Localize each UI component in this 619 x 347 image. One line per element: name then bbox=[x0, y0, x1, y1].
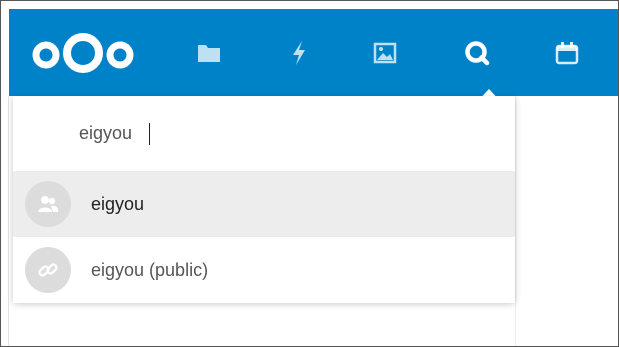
files-folder-icon[interactable] bbox=[187, 9, 231, 96]
user-group-icon bbox=[25, 181, 71, 227]
calendar-icon[interactable] bbox=[545, 9, 589, 96]
nextcloud-logo-icon[interactable] bbox=[23, 9, 143, 96]
content-divider bbox=[515, 96, 516, 346]
search-result-item[interactable]: eigyou (public) bbox=[13, 237, 515, 303]
result-label: eigyou bbox=[91, 193, 145, 214]
search-icon[interactable] bbox=[453, 9, 501, 96]
header-bar bbox=[9, 9, 618, 104]
result-label: eigyou (public) bbox=[91, 259, 209, 280]
search-result-item[interactable]: eigyou bbox=[13, 171, 515, 237]
gallery-image-icon[interactable] bbox=[363, 9, 407, 96]
text-cursor bbox=[149, 122, 150, 145]
sidebar-edge bbox=[8, 96, 9, 346]
activity-bolt-icon[interactable] bbox=[277, 9, 321, 96]
search-dropdown: eigyou eigyou (public) bbox=[13, 96, 515, 303]
app-window: eigyou eigyou (public) bbox=[0, 0, 619, 347]
search-input[interactable] bbox=[79, 123, 279, 144]
link-icon bbox=[25, 247, 71, 293]
search-field[interactable] bbox=[13, 96, 515, 171]
